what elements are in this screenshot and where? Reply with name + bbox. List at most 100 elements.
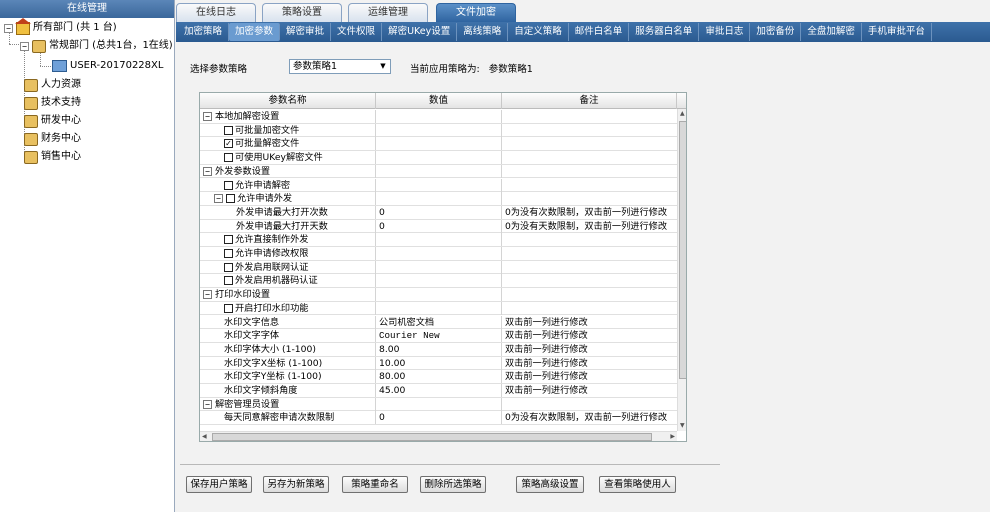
grid-row[interactable]: 外发启用联网认证: [200, 260, 677, 275]
save-as-new-policy-button[interactable]: 另存为新策略: [263, 476, 329, 493]
param-value-cell[interactable]: [376, 274, 502, 288]
tree-item-sales[interactable]: 销售中心: [24, 149, 81, 165]
sub-tab[interactable]: 全盘加解密: [801, 23, 862, 41]
param-value-cell[interactable]: [376, 233, 502, 247]
param-value-cell[interactable]: [376, 123, 502, 137]
param-value-cell[interactable]: 80.00: [376, 370, 502, 384]
sub-tab[interactable]: 自定义策略: [508, 23, 569, 41]
grid-row[interactable]: 水印文字Y坐标 (1-100) 80.00 双击前一列进行修改: [200, 370, 677, 384]
grid-row[interactable]: 可批量加密文件: [200, 123, 677, 138]
checkbox[interactable]: [226, 194, 235, 204]
grid-row[interactable]: − 打印水印设置: [200, 288, 677, 302]
param-value-cell[interactable]: [376, 151, 502, 165]
grid-row[interactable]: 外发申请最大打开天数 0 0为没有天数限制，双击前一列进行修改: [200, 219, 677, 234]
horizontal-scrollbar[interactable]: ◀ ▶: [200, 431, 677, 441]
checkbox[interactable]: [224, 249, 233, 258]
grid-row[interactable]: 水印文字倾斜角度 45.00 双击前一列进行修改: [200, 384, 677, 398]
column-header-note[interactable]: 备注: [502, 93, 677, 109]
grid-row[interactable]: 每天同意解密申请次数限制 0 0为没有次数限制，双击前一列进行修改: [200, 411, 677, 426]
collapse-icon[interactable]: −: [203, 112, 212, 121]
policy-dropdown[interactable]: 参数策略1 ▼: [289, 59, 391, 74]
grid-row[interactable]: 允许申请修改权限: [200, 247, 677, 261]
grid-row[interactable]: 允许直接制作外发: [200, 233, 677, 247]
param-value-cell[interactable]: [376, 137, 502, 151]
checkbox[interactable]: [224, 153, 233, 163]
tree-item-regular-dept[interactable]: − 常规部门 (总共1台，1在线): [20, 38, 173, 54]
param-value-cell[interactable]: [376, 397, 502, 411]
param-value-cell[interactable]: [376, 247, 502, 260]
checkbox[interactable]: [224, 125, 233, 135]
sub-tab[interactable]: 邮件白名单: [569, 23, 630, 41]
checkbox[interactable]: [224, 276, 233, 286]
param-value-cell[interactable]: 0: [376, 205, 502, 219]
checkbox[interactable]: ✓: [224, 139, 233, 149]
collapse-icon[interactable]: −: [214, 194, 223, 204]
delete-policy-button[interactable]: 删除所选策略: [420, 476, 486, 493]
tree-item-finance[interactable]: 财务中心: [24, 131, 81, 147]
grid-row[interactable]: 可使用UKey解密文件: [200, 151, 677, 165]
grid-row[interactable]: 水印文字字体 Courier New 双击前一列进行修改: [200, 329, 677, 343]
collapse-icon[interactable]: −: [4, 23, 13, 33]
checkbox[interactable]: [224, 180, 233, 190]
tree-item-rnd[interactable]: 研发中心: [24, 113, 81, 129]
checkbox[interactable]: [224, 303, 233, 313]
param-value-cell[interactable]: [376, 110, 502, 123]
grid-row[interactable]: − 本地加解密设置: [200, 110, 677, 124]
collapse-icon[interactable]: −: [20, 41, 29, 51]
scroll-left-icon[interactable]: ◀: [202, 433, 207, 441]
grid-row[interactable]: 允许申请解密: [200, 178, 677, 193]
param-value-cell[interactable]: 45.00: [376, 384, 502, 397]
collapse-icon[interactable]: −: [203, 290, 212, 300]
checkbox[interactable]: [224, 235, 233, 245]
grid-row[interactable]: 水印文字X坐标 (1-100) 10.00 双击前一列进行修改: [200, 356, 677, 371]
tree-item-hr[interactable]: 人力资源: [24, 77, 81, 93]
main-tab[interactable]: 在线日志: [176, 3, 256, 22]
chevron-down-icon[interactable]: ▼: [377, 61, 389, 72]
horizontal-scroll-thumb[interactable]: [212, 433, 652, 441]
sub-tab[interactable]: 加密参数: [229, 23, 281, 41]
vertical-scrollbar[interactable]: ▲ ▼: [677, 109, 686, 431]
tree-item-tech-support[interactable]: 技术支持: [24, 95, 81, 111]
sub-tab[interactable]: 审批日志: [699, 23, 751, 41]
param-value-cell[interactable]: [376, 192, 502, 206]
sub-tab[interactable]: 服务器白名单: [629, 23, 700, 41]
sub-tab[interactable]: 解密审批: [280, 23, 332, 41]
collapse-icon[interactable]: −: [203, 399, 212, 409]
main-tab[interactable]: 运维管理: [348, 3, 428, 22]
grid-row[interactable]: − 允许申请外发: [200, 192, 677, 206]
grid-row[interactable]: 水印字体大小 (1-100) 8.00 双击前一列进行修改: [200, 342, 677, 357]
grid-row[interactable]: ✓ 可批量解密文件: [200, 137, 677, 152]
rename-policy-button[interactable]: 策略重命名: [342, 476, 408, 493]
scroll-up-icon[interactable]: ▲: [680, 110, 685, 118]
sub-tab[interactable]: 文件权限: [331, 23, 383, 41]
grid-row[interactable]: 外发启用机器码认证: [200, 274, 677, 289]
scroll-down-icon[interactable]: ▼: [680, 422, 685, 430]
param-value-cell[interactable]: [376, 288, 502, 302]
main-tab[interactable]: 文件加密: [436, 3, 516, 22]
param-value-cell[interactable]: Courier New: [376, 329, 502, 343]
param-value-cell[interactable]: [376, 164, 502, 178]
param-value-cell[interactable]: 0: [376, 411, 502, 425]
sub-tab[interactable]: 解密UKey设置: [382, 23, 458, 41]
main-tab[interactable]: 策略设置: [262, 3, 342, 22]
checkbox[interactable]: [224, 262, 233, 272]
grid-row[interactable]: 开启打印水印功能: [200, 301, 677, 316]
save-user-policy-button[interactable]: 保存用户策略: [186, 476, 252, 493]
param-value-cell[interactable]: 公司机密文档: [376, 315, 502, 329]
column-header-value[interactable]: 数值: [376, 93, 502, 109]
sub-tab[interactable]: 手机审批平台: [862, 23, 932, 41]
param-value-cell[interactable]: [376, 260, 502, 274]
policy-advanced-settings-button[interactable]: 策略高级设置: [516, 476, 584, 493]
tree-item-computer[interactable]: USER-20170228XL: [52, 58, 163, 74]
sub-tab[interactable]: 离线策略: [457, 23, 509, 41]
param-value-cell[interactable]: [376, 178, 502, 192]
sub-tab[interactable]: 加密备份: [750, 23, 802, 41]
grid-row[interactable]: − 解密管理员设置: [200, 397, 677, 412]
view-policy-users-button[interactable]: 查看策略使用人: [599, 476, 676, 493]
scroll-right-icon[interactable]: ▶: [670, 433, 675, 441]
param-value-cell[interactable]: [376, 301, 502, 315]
vertical-scroll-thumb[interactable]: [679, 121, 686, 379]
grid-row[interactable]: 外发申请最大打开次数 0 0为没有次数限制，双击前一列进行修改: [200, 205, 677, 220]
sub-tab[interactable]: 加密策略: [178, 23, 230, 41]
tree-item-all-departments[interactable]: − 所有部门 (共 1 台): [4, 17, 117, 36]
